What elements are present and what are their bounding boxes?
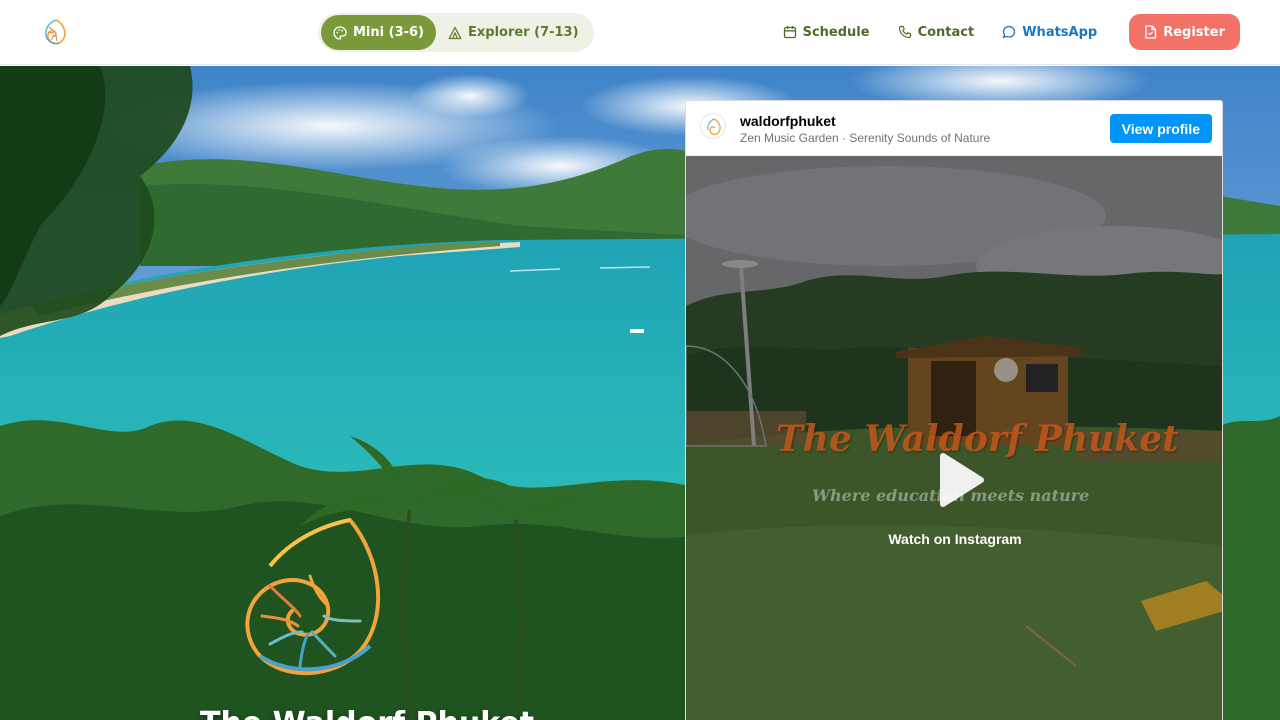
instagram-username[interactable]: waldorfphuket [740, 113, 836, 129]
whatsapp-label: WhatsApp [1022, 24, 1098, 40]
register-button[interactable]: Register [1129, 14, 1240, 50]
nautilus-shell-icon [245, 518, 381, 675]
instagram-header: waldorfphuket Zen Music Garden · Serenit… [686, 101, 1222, 156]
explorer-tab[interactable]: Explorer (7-13) [436, 15, 591, 50]
mini-tab-label: Mini (3-6) [353, 25, 424, 40]
phone-icon [898, 25, 911, 39]
profile-avatar[interactable] [700, 113, 726, 139]
play-icon[interactable] [925, 448, 989, 512]
register-label: Register [1163, 24, 1225, 40]
main-nav: Schedule Contact WhatsApp Register [755, 14, 1240, 50]
palette-icon [333, 25, 347, 40]
mini-tab[interactable]: Mini (3-6) [321, 15, 436, 50]
watch-on-instagram-link[interactable]: Watch on Instagram [686, 531, 1222, 547]
explorer-tab-label: Explorer (7-13) [468, 25, 579, 40]
chat-bubble-icon [1003, 25, 1016, 39]
instagram-embed: waldorfphuket Zen Music Garden · Serenit… [685, 100, 1223, 720]
instagram-subtitle: Zen Music Garden · Serenity Sounds of Na… [740, 131, 991, 145]
contact-link[interactable]: Contact [898, 24, 975, 40]
age-group-toggle: Mini (3-6) Explorer (7-13) [318, 13, 594, 52]
contact-label: Contact [917, 24, 975, 40]
calendar-icon [783, 26, 796, 39]
schedule-link[interactable]: Schedule [783, 25, 870, 40]
whatsapp-link[interactable]: WhatsApp [1002, 25, 1097, 40]
schedule-label: Schedule [802, 24, 870, 40]
nautilus-logo-icon[interactable] [40, 16, 72, 48]
view-profile-button[interactable]: View profile [1109, 114, 1212, 143]
site-header: Mini (3-6) Explorer (7-13) Schedule Cont… [0, 0, 1280, 65]
hero-title: The Waldorf Phuket [200, 706, 534, 720]
instagram-video[interactable]: The Waldorf Phuket Where education meets… [686, 156, 1222, 720]
tent-icon [448, 26, 462, 39]
document-icon [1145, 25, 1157, 39]
